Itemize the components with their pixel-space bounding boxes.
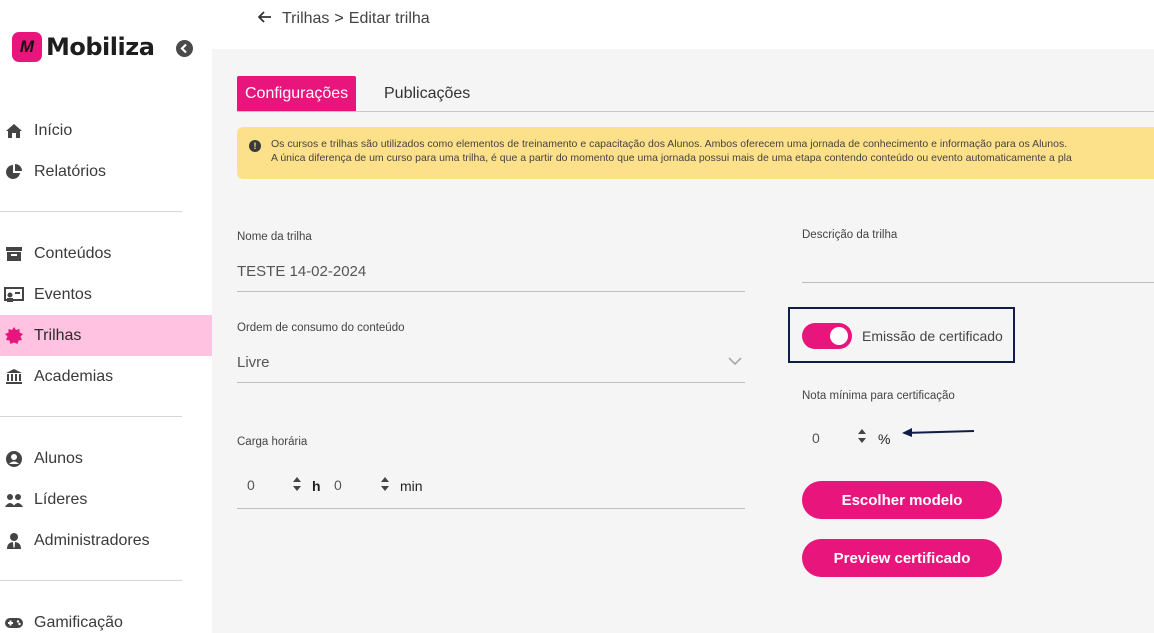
sidebar-item-label: Administradores bbox=[34, 531, 150, 549]
sidebar-item-trilhas[interactable]: Trilhas bbox=[0, 315, 212, 356]
hours-input[interactable]: 0 bbox=[247, 477, 255, 493]
sidebar-item-label: Líderes bbox=[34, 490, 88, 508]
sidebar-item-label: Academias bbox=[34, 367, 114, 385]
pie-chart-icon bbox=[4, 162, 24, 182]
sidebar-item-label: Conteúdos bbox=[34, 244, 112, 262]
sidebar-item-label: Gamificação bbox=[34, 613, 123, 631]
description-label: Descrição da trilha bbox=[802, 229, 898, 241]
description-input-underline[interactable] bbox=[802, 282, 1154, 283]
logo-mark-icon: M bbox=[12, 32, 42, 62]
order-select[interactable]: Livre bbox=[237, 354, 270, 371]
choose-template-button[interactable]: Escolher modelo bbox=[802, 481, 1002, 519]
tabs-underline bbox=[237, 111, 1154, 112]
stepper-arrows-icon bbox=[381, 477, 389, 491]
brand-name: Mobiliza bbox=[46, 33, 155, 61]
order-label: Ordem de consumo do conteúdo bbox=[237, 322, 405, 334]
name-label: Nome da trilha bbox=[237, 231, 312, 243]
archive-icon bbox=[4, 244, 24, 264]
main-content: Configurações Publicações ! Os cursos e … bbox=[212, 49, 1154, 633]
minutes-input[interactable]: 0 bbox=[334, 477, 342, 493]
brand-logo[interactable]: M Mobiliza bbox=[12, 32, 155, 62]
certificate-toggle-label: Emissão de certificado bbox=[862, 328, 1003, 344]
tab-publicacoes[interactable]: Publicações bbox=[376, 76, 478, 111]
sidebar-item-gamificacao[interactable]: Gamificação bbox=[0, 602, 212, 633]
stepper-arrows-icon bbox=[293, 477, 301, 491]
sidebar-item-label: Eventos bbox=[34, 285, 92, 303]
sidebar-divider bbox=[0, 416, 182, 417]
sidebar-divider bbox=[0, 580, 182, 581]
sidebar: M Mobiliza Início Relatórios Conteúdos E… bbox=[0, 0, 212, 633]
user-tie-icon bbox=[4, 531, 24, 551]
sidebar-item-administradores[interactable]: Administradores bbox=[0, 520, 212, 561]
alert-line-2: A única diferença de um curso para uma t… bbox=[271, 152, 1072, 164]
chevron-down-icon[interactable] bbox=[728, 355, 742, 369]
breadcrumb: Trilhas > Editar trilha bbox=[257, 10, 430, 28]
chevron-left-icon bbox=[180, 43, 187, 54]
alert-line-1: Os cursos e trilhas são utilizados como … bbox=[271, 138, 1068, 150]
gamepad-icon bbox=[4, 613, 24, 633]
min-grade-stepper[interactable] bbox=[856, 427, 868, 445]
exclamation-icon: ! bbox=[249, 140, 261, 152]
min-grade-input[interactable]: 0 bbox=[812, 430, 820, 446]
breadcrumb-current: Editar trilha bbox=[348, 10, 430, 27]
institution-icon bbox=[4, 367, 24, 387]
breadcrumb-parent[interactable]: Trilhas bbox=[282, 10, 329, 28]
annotation-arrow-icon bbox=[902, 428, 975, 437]
collapse-sidebar-button[interactable] bbox=[176, 40, 193, 57]
sidebar-item-academias[interactable]: Academias bbox=[0, 356, 212, 397]
minutes-unit: min bbox=[400, 478, 423, 494]
home-icon bbox=[4, 121, 24, 141]
certificate-toggle-box: Emissão de certificado bbox=[788, 307, 1015, 363]
sidebar-item-lideres[interactable]: Líderes bbox=[0, 479, 212, 520]
sidebar-item-label: Relatórios bbox=[34, 162, 107, 180]
name-input[interactable]: TESTE 14-02-2024 bbox=[237, 263, 366, 280]
sidebar-item-relatorios[interactable]: Relatórios bbox=[0, 151, 212, 192]
tab-configuracoes[interactable]: Configurações bbox=[237, 76, 357, 111]
sidebar-item-label: Início bbox=[34, 121, 73, 139]
min-grade-label: Nota mínima para certificação bbox=[802, 390, 955, 402]
name-input-underline bbox=[237, 291, 745, 292]
sidebar-item-alunos[interactable]: Alunos bbox=[0, 438, 212, 479]
hours-stepper[interactable] bbox=[291, 475, 303, 493]
sidebar-item-conteudos[interactable]: Conteúdos bbox=[0, 233, 212, 274]
badge-icon bbox=[4, 326, 24, 346]
sidebar-item-label: Trilhas bbox=[34, 326, 82, 344]
sidebar-item-label: Alunos bbox=[34, 449, 83, 467]
breadcrumb-separator: > bbox=[334, 10, 344, 27]
presentation-icon bbox=[4, 285, 24, 305]
stepper-arrows-icon bbox=[858, 429, 866, 443]
users-icon bbox=[4, 490, 24, 510]
workload-label: Carga horária bbox=[237, 436, 308, 448]
sidebar-item-eventos[interactable]: Eventos bbox=[0, 274, 212, 315]
preview-certificate-button[interactable]: Preview certificado bbox=[802, 539, 1002, 577]
min-grade-unit: % bbox=[878, 431, 891, 447]
sidebar-divider bbox=[0, 211, 182, 212]
sidebar-item-inicio[interactable]: Início bbox=[0, 110, 212, 151]
back-arrow-icon[interactable] bbox=[257, 10, 272, 28]
hours-unit: h bbox=[312, 478, 321, 494]
certificate-toggle[interactable] bbox=[802, 323, 852, 349]
toggle-knob bbox=[830, 327, 848, 345]
order-select-underline bbox=[237, 382, 745, 383]
info-alert: ! Os cursos e trilhas são utilizados com… bbox=[237, 127, 1154, 179]
workload-underline bbox=[237, 508, 745, 509]
minutes-stepper[interactable] bbox=[379, 475, 391, 493]
user-circle-icon bbox=[4, 449, 24, 469]
